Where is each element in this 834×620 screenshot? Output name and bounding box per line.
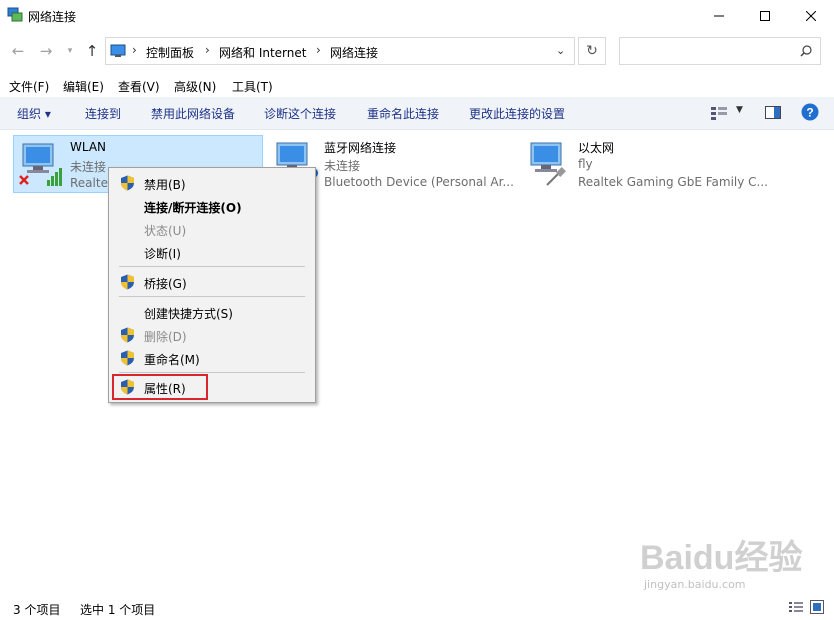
uac-shield-icon [121,350,134,366]
menu-file[interactable]: 文件(F) [9,78,49,95]
connect-to-button[interactable]: 连接到 [85,105,121,122]
breadcrumb-control-panel[interactable]: 控制面板 [146,44,194,61]
menu-tools[interactable]: 工具(T) [232,78,273,95]
menu-item-label: 状态(U) [144,224,187,238]
connection-name: WLAN [70,140,107,154]
menu-item-label: 创建快捷方式(S) [144,307,233,321]
diagnose-button[interactable]: 诊断这个连接 [264,105,336,122]
connection-name: 蓝牙网络连接 [324,141,397,155]
close-button[interactable] [788,0,834,31]
back-arrow-icon: ← [11,42,25,60]
wireless-adapter-icon [19,143,62,186]
maximize-icon [760,10,770,21]
control-panel-icon [110,44,126,57]
disable-device-button[interactable]: 禁用此网络设备 [151,105,235,122]
uac-shield-icon [121,274,134,290]
menu-item-label: 删除(D) [144,330,187,344]
title-bar: 网络连接 [0,0,834,31]
status-bar: 3 个项目 选中 1 个项目 [0,596,834,620]
refresh-icon: ↻ [586,43,598,59]
watermark: Baidu经验 jingyan.baidu.com [640,530,820,591]
connection-item-ethernet[interactable]: 以太网 fly Realtek Gaming GbE Family C... [522,135,782,193]
uac-shield-icon [121,175,134,191]
search-icon [800,45,812,57]
menu-item-label: 诊断(I) [144,247,181,261]
menu-item-rename[interactable]: 重命名(M) [110,347,314,369]
minimize-button[interactable] [696,0,742,31]
connection-status: 未连接 [324,159,361,173]
details-view-icon[interactable] [789,601,803,613]
connection-name: 以太网 [578,141,615,155]
maximize-button[interactable] [742,0,788,31]
breadcrumb-separator: › [132,43,137,57]
menu-item-label: 桥接(G) [144,277,187,291]
menu-item-bridge[interactable]: 桥接(G) [110,271,314,293]
item-count: 3 个项目 [13,603,61,617]
menu-item-diagnose[interactable]: 诊断(I) [110,241,314,263]
view-dropdown-icon[interactable]: ▼ [736,105,743,115]
connection-device: Bluetooth Device (Personal Ar... [324,175,514,189]
watermark-url: jingyan.baidu.com [644,578,746,591]
recent-locations-button[interactable]: ▾ [60,41,80,61]
menu-view[interactable]: 查看(V) [118,78,160,95]
window-title: 网络连接 [28,10,77,24]
menu-item-disable[interactable]: 禁用(B) [110,172,314,194]
context-menu: 禁用(B) 连接/断开连接(O) 状态(U) 诊断(I) 桥接(G) 创建快捷方… [108,167,316,403]
rename-button[interactable]: 重命名此连接 [367,105,439,122]
menu-separator [119,296,305,297]
menu-advanced[interactable]: 高级(N) [174,78,216,95]
uac-shield-icon [121,327,134,343]
forward-button[interactable]: → [36,41,56,61]
search-box[interactable] [619,37,821,65]
selection-count: 选中 1 个项目 [80,603,156,617]
menu-bar: 文件(F) 编辑(E) 查看(V) 高级(N) 工具(T) [0,74,834,96]
minimize-icon [714,15,724,16]
highlight-box [112,374,208,400]
menu-item-delete[interactable]: 删除(D) [110,324,314,346]
connection-device: Realtek Gaming GbE Family C... [578,175,768,189]
address-dropdown-icon[interactable]: ⌄ [556,44,565,57]
menu-item-create-shortcut[interactable]: 创建快捷方式(S) [110,301,314,323]
connection-status: 未连接 [70,160,107,174]
refresh-button[interactable]: ↻ [578,37,606,65]
ethernet-adapter-icon [530,142,566,186]
up-button[interactable]: ↑ [82,41,102,61]
command-bar: 组织 ▾ 连接到 禁用此网络设备 诊断这个连接 重命名此连接 更改此连接的设置 … [0,97,834,130]
menu-item-status[interactable]: 状态(U) [110,218,314,240]
menu-edit[interactable]: 编辑(E) [63,78,104,95]
breadcrumb-network-connections[interactable]: 网络连接 [330,44,378,61]
breadcrumb-separator: › [205,43,210,57]
navigation-bar: ← → ▾ ↑ › 控制面板 › 网络和 Internet › 网络连接 ⌄ ↻ [0,32,834,70]
back-button[interactable]: ← [8,41,28,61]
address-bar[interactable]: › 控制面板 › 网络和 Internet › 网络连接 ⌄ [105,37,575,65]
forward-arrow-icon: → [39,42,53,60]
svg-text:?: ? [806,106,813,120]
close-icon [806,10,816,21]
network-connections-icon [7,7,23,22]
organize-button[interactable]: 组织 ▾ [17,105,51,122]
chevron-down-icon: ▾ [67,46,73,56]
menu-item-label: 禁用(B) [144,178,186,192]
menu-item-label: 连接/断开连接(O) [144,201,242,215]
preview-pane-icon[interactable] [765,106,781,119]
breadcrumb-network-internet[interactable]: 网络和 Internet [219,44,306,61]
help-icon[interactable]: ? [801,103,819,121]
large-icons-view-icon[interactable] [810,600,824,614]
search-input[interactable] [626,43,790,59]
change-settings-button[interactable]: 更改此连接的设置 [469,105,565,122]
menu-separator [119,372,305,373]
menu-item-label: 重命名(M) [144,353,200,367]
connection-status: fly [578,157,593,171]
breadcrumb-separator: › [316,43,321,57]
menu-item-connect-disconnect[interactable]: 连接/断开连接(O) [110,195,314,217]
change-view-icon[interactable] [711,106,727,120]
watermark-logo: Baidu经验 [640,539,803,577]
up-arrow-icon: ↑ [85,42,99,60]
menu-separator [119,266,305,267]
